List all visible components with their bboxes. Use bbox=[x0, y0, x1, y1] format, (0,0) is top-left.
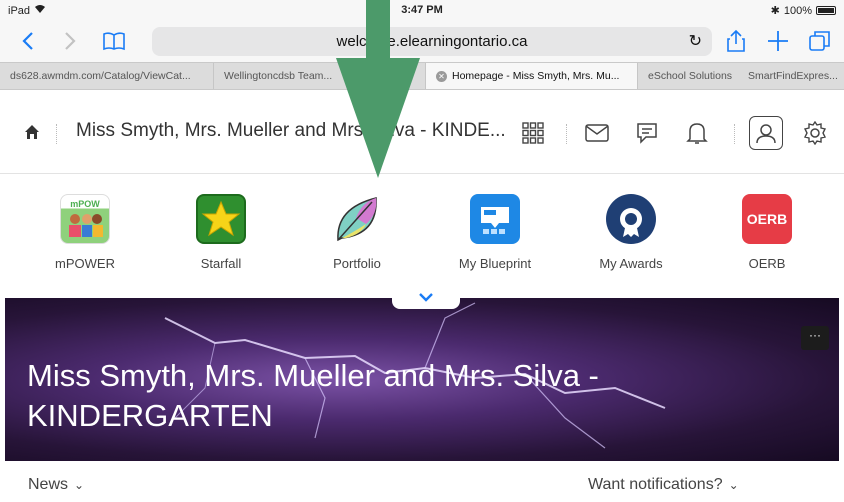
collapse-launchbar-button[interactable] bbox=[392, 285, 460, 309]
reload-icon[interactable]: ↻ bbox=[689, 27, 702, 56]
browser-tab-strip: ds628.awmdm.com/Catalog/ViewCat... Welli… bbox=[0, 62, 844, 90]
svg-text:mPOW: mPOW bbox=[70, 199, 100, 209]
divider bbox=[56, 124, 57, 144]
battery-icon bbox=[816, 6, 836, 15]
app-starfall[interactable]: Starfall bbox=[166, 194, 276, 271]
user-profile-icon[interactable] bbox=[749, 116, 783, 150]
course-selector-icon[interactable] bbox=[516, 116, 550, 150]
notifications-dropdown[interactable]: Want notifications? ⌄ bbox=[588, 476, 739, 494]
app-label: My Blueprint bbox=[458, 256, 532, 271]
app-my-awards[interactable]: My Awards bbox=[576, 194, 686, 271]
app-my-blueprint[interactable]: My Blueprint bbox=[440, 194, 550, 271]
news-dropdown[interactable]: News ⌄ bbox=[28, 476, 84, 494]
app-label: OERB bbox=[748, 256, 786, 271]
app-label: My Awards bbox=[599, 256, 663, 271]
status-time: 3:47 PM bbox=[401, 4, 443, 16]
divider bbox=[566, 124, 567, 144]
chevron-down-icon: ⌄ bbox=[728, 478, 739, 492]
browser-toolbar: welcome.elearningontario.ca ↻ bbox=[0, 20, 844, 62]
app-oerb[interactable]: OERB OERB bbox=[712, 194, 822, 271]
notifications-label: Want notifications? bbox=[588, 476, 723, 493]
chevron-down-icon: ⌄ bbox=[74, 478, 85, 492]
course-banner: Miss Smyth, Mrs. Mueller and Mrs. Silva … bbox=[5, 298, 839, 461]
battery-percent: 100% bbox=[783, 4, 812, 17]
app-portfolio[interactable]: Portfolio bbox=[302, 194, 412, 271]
close-tab-icon[interactable]: ✕ bbox=[436, 70, 447, 82]
share-icon[interactable] bbox=[722, 28, 750, 54]
banner-title: Miss Smyth, Mrs. Mueller and Mrs. Silva … bbox=[27, 358, 599, 433]
status-bar: iPad 3:47 PM ✱ 100% bbox=[0, 0, 844, 20]
address-bar[interactable]: welcome.elearningontario.ca ↻ bbox=[152, 27, 712, 56]
forward-icon[interactable] bbox=[56, 28, 84, 54]
settings-gear-icon[interactable] bbox=[798, 116, 832, 150]
chevron-down-icon bbox=[419, 293, 433, 302]
app-label: Starfall bbox=[200, 256, 242, 271]
course-navbar: Miss Smyth, Mrs. Mueller and Mrs. Silva … bbox=[0, 90, 844, 174]
notifications-bell-icon[interactable] bbox=[680, 116, 714, 150]
bluetooth-icon: ✱ bbox=[770, 5, 780, 17]
tabs-overview-icon[interactable] bbox=[806, 28, 834, 54]
news-label: News bbox=[28, 476, 69, 493]
new-tab-icon[interactable] bbox=[764, 28, 792, 54]
app-mpower[interactable]: mPOW mPOWER bbox=[30, 194, 140, 271]
browser-tab[interactable]: SmartFindExpres... bbox=[738, 63, 844, 89]
mpower-icon: mPOW bbox=[60, 194, 110, 244]
awards-icon bbox=[606, 194, 656, 244]
star-icon bbox=[196, 194, 246, 244]
discussions-icon[interactable] bbox=[630, 116, 664, 150]
app-launch-bar: mPOW mPOWER Starfall Portfolio My Bluepr… bbox=[0, 174, 844, 298]
app-label: Portfolio bbox=[333, 256, 381, 271]
browser-tab[interactable]: Wellingtoncdsb Team... bbox=[214, 63, 426, 89]
browser-tab[interactable]: ds628.awmdm.com/Catalog/ViewCat... bbox=[0, 63, 214, 89]
url-text: welcome.elearningontario.ca bbox=[336, 33, 528, 50]
browser-tab[interactable]: eSchool Solutions bbox=[638, 63, 738, 89]
course-title[interactable]: Miss Smyth, Mrs. Mueller and Mrs. Silva … bbox=[76, 120, 506, 142]
oerb-icon: OERB bbox=[742, 194, 792, 244]
leaf-icon bbox=[332, 194, 382, 244]
message-icon[interactable] bbox=[580, 116, 614, 150]
bookmarks-icon[interactable] bbox=[100, 28, 128, 54]
banner-more-options-button[interactable]: ··· bbox=[801, 326, 829, 350]
blueprint-icon bbox=[470, 194, 520, 244]
app-label: mPOWER bbox=[55, 256, 115, 271]
browser-tab-active[interactable]: ✕ Homepage - Miss Smyth, Mrs. Mu... bbox=[426, 63, 638, 89]
back-icon[interactable] bbox=[14, 28, 42, 54]
home-icon[interactable] bbox=[24, 124, 40, 145]
divider bbox=[734, 124, 735, 144]
